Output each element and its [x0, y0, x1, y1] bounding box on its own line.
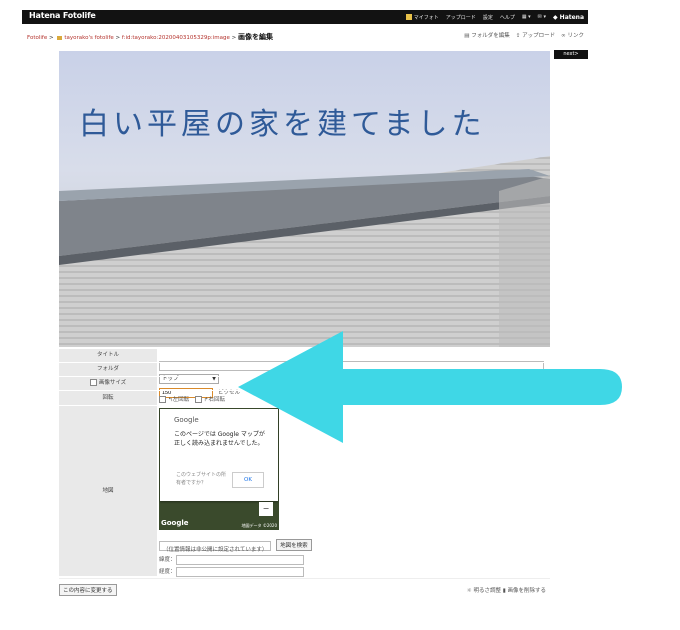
- folder-icon: [57, 35, 63, 40]
- submit-button[interactable]: この内容に変更する: [59, 584, 117, 596]
- longitude-input[interactable]: [175, 567, 304, 577]
- location-label: 地図: [59, 406, 157, 576]
- page-title: 画像を編集: [237, 33, 273, 41]
- map-attribution: 地図データ ©2020: [241, 523, 277, 528]
- latitude-label: 緯度：: [159, 557, 176, 563]
- location-note: （位置情報は非公開に設定されています）: [163, 547, 268, 553]
- breadcrumb: Fotolife > tayorako's fotolife > f:id:ta…: [27, 33, 273, 41]
- edit-folder-link[interactable]: ▤ フォルダを編集: [464, 31, 509, 39]
- size-label: 画像サイズ: [59, 377, 157, 390]
- folder-label: フォルダ: [59, 363, 157, 376]
- map-owner-question[interactable]: このウェブサイトの所有者ですか？: [176, 471, 228, 487]
- nav-help[interactable]: ヘルプ: [500, 14, 515, 21]
- trash-icon: ▮: [502, 588, 506, 594]
- photo-preview: 白い平屋の家を建てました: [59, 51, 550, 347]
- hatena-brand-link[interactable]: ◆ Hatena: [553, 14, 584, 21]
- global-nav: マイフォト アップロード 設定 ヘルプ ▦ ▾ ✉ ▾ ◆ Hatena: [405, 10, 584, 24]
- hatena-fotolife-logo[interactable]: Hatena Fotolife: [29, 11, 96, 20]
- global-header: Hatena Fotolife マイフォト アップロード 設定 ヘルプ ▦ ▾ …: [22, 10, 588, 24]
- next-button[interactable]: next>: [554, 50, 588, 59]
- brightness-link[interactable]: ☼ 明るさ調整: [467, 588, 501, 594]
- breadcrumb-user[interactable]: tayorako's fotolife: [64, 35, 113, 41]
- link-link[interactable]: ∞ リンク: [561, 31, 584, 39]
- rotate-left-checkbox[interactable]: [159, 396, 166, 403]
- breadcrumb-image[interactable]: f:id:tayorako:20200403105329p:image: [122, 35, 230, 41]
- rotate-right-checkbox[interactable]: [194, 396, 202, 403]
- apps-menu-icon[interactable]: ▦ ▾: [522, 14, 531, 20]
- breadcrumb-fotolife[interactable]: Fotolife: [27, 35, 47, 41]
- size-checkbox[interactable]: [89, 379, 97, 386]
- delete-image-link[interactable]: ▮ 画像を削除する: [503, 588, 546, 594]
- house-photo: [59, 156, 550, 347]
- longitude-label: 経度：: [159, 569, 176, 575]
- latitude-input[interactable]: [175, 555, 304, 565]
- map-search-button[interactable]: 地図を検索: [276, 539, 312, 551]
- photo-caption: 白い平屋の家を建てました: [79, 107, 486, 142]
- map-zoom-out-button[interactable]: −: [259, 502, 273, 516]
- page-actions: ▤ フォルダを編集 ⇪ アップロード ∞ リンク: [464, 31, 584, 39]
- upload-link[interactable]: ⇪ アップロード: [516, 31, 555, 39]
- rotate-label: 回転: [59, 391, 157, 405]
- my-photo-icon: [405, 14, 412, 20]
- annotation-arrow: [238, 331, 622, 443]
- nav-upload[interactable]: アップロード: [446, 14, 476, 21]
- google-map-logo: Google: [161, 519, 189, 527]
- nav-my-photo[interactable]: マイフォト: [405, 14, 439, 21]
- form-footer: この内容に変更する ☼ 明るさ調整 ▮ 画像を削除する: [59, 578, 550, 601]
- title-label: タイトル: [59, 349, 157, 362]
- notifications-icon[interactable]: ✉ ▾: [538, 14, 546, 20]
- map-ok-button[interactable]: OK: [232, 472, 264, 488]
- nav-settings[interactable]: 設定: [483, 14, 493, 21]
